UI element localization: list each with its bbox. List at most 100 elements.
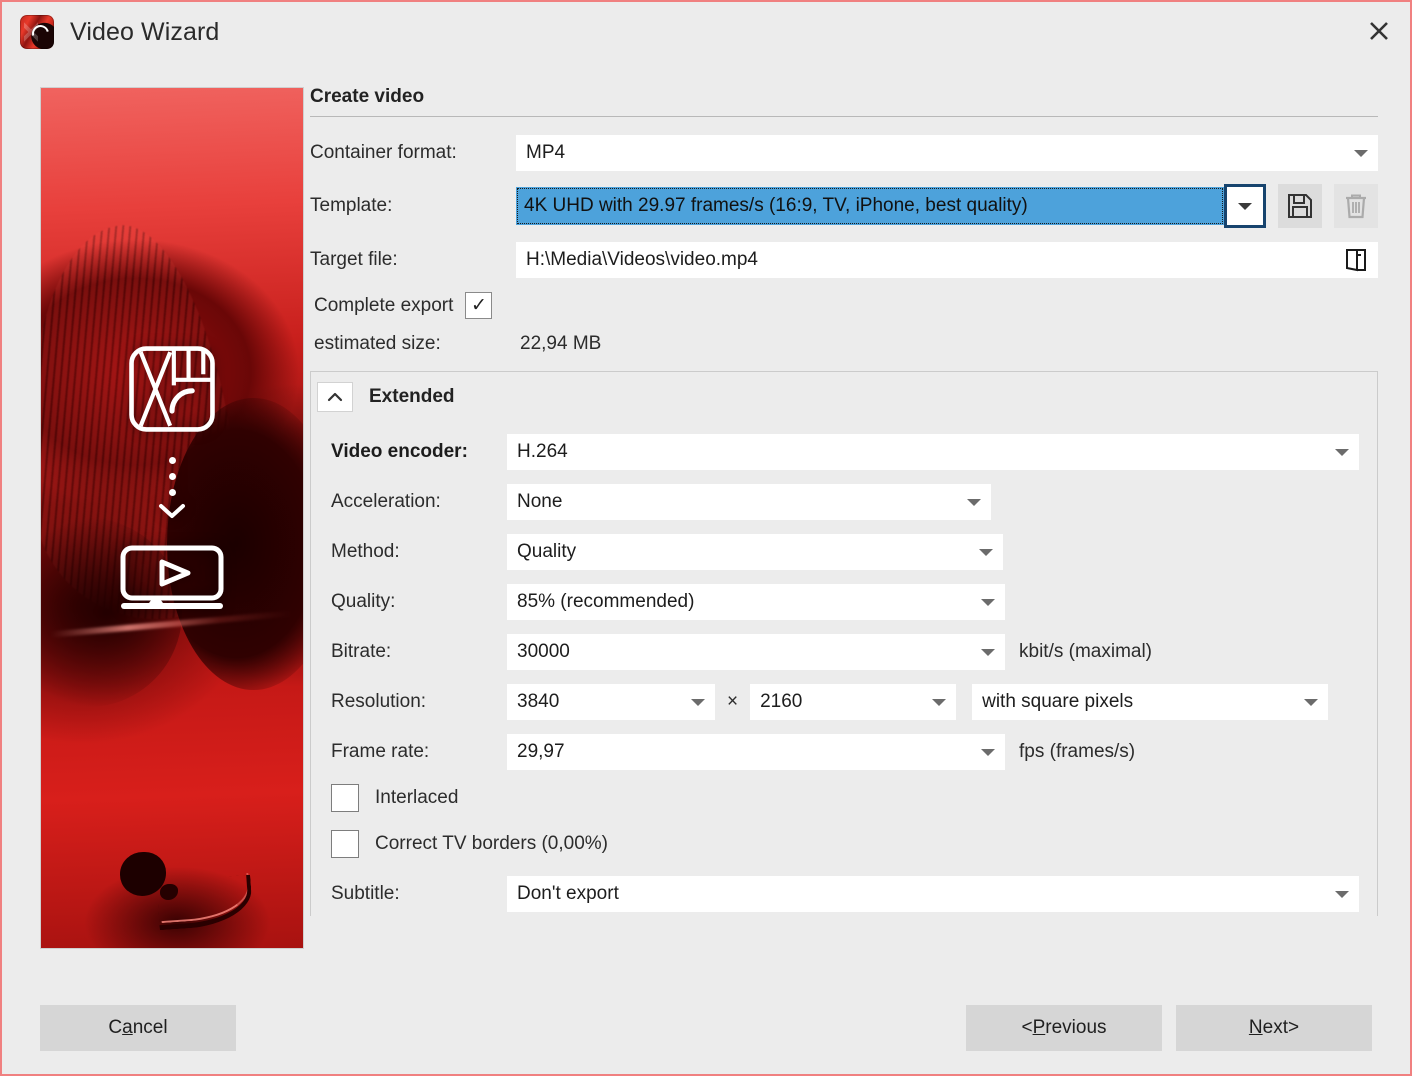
resolution-height-input[interactable]: 2160 bbox=[750, 684, 957, 720]
subtitle-select[interactable]: Don't export bbox=[507, 876, 1359, 912]
resolution-width-input[interactable]: 3840 bbox=[507, 684, 715, 720]
subtitle-label: Subtitle: bbox=[331, 883, 400, 904]
extended-collapse-button[interactable] bbox=[317, 382, 353, 412]
chevron-down-icon bbox=[159, 504, 185, 518]
acceleration-select[interactable]: None bbox=[507, 484, 991, 520]
template-combo-input[interactable]: 4K UHD with 29.97 frames/s (16:9, TV, iP… bbox=[516, 187, 1224, 225]
extended-title: Extended bbox=[369, 386, 455, 407]
close-icon[interactable] bbox=[1348, 2, 1410, 60]
estimated-size-label: estimated size: bbox=[314, 333, 441, 354]
quality-value: 85% (recommended) bbox=[517, 591, 695, 612]
interlaced-row: Interlaced bbox=[331, 784, 1359, 812]
video-encoder-label: Video encoder: bbox=[331, 441, 468, 462]
extended-body: Video encoder: H.264 Acceleration: None bbox=[311, 426, 1377, 916]
template-value: 4K UHD with 29.97 frames/s (16:9, TV, iP… bbox=[524, 195, 1028, 216]
chevron-down-icon bbox=[981, 649, 995, 656]
bitrate-input[interactable]: 30000 bbox=[507, 634, 1005, 670]
chevron-down-icon bbox=[967, 499, 981, 506]
extended-header: Extended bbox=[311, 372, 1377, 426]
chevron-up-icon bbox=[327, 392, 343, 402]
title-bar: Video Wizard bbox=[2, 2, 1410, 62]
method-select[interactable]: Quality bbox=[507, 534, 1003, 570]
bitrate-value: 30000 bbox=[517, 641, 570, 662]
browse-target-file-button[interactable] bbox=[1334, 242, 1378, 278]
delete-trash-icon bbox=[1346, 194, 1366, 219]
next-button[interactable]: Next > bbox=[1176, 1005, 1372, 1051]
correct-tv-borders-row: Correct TV borders (0,00%) bbox=[331, 830, 1359, 858]
video-encoder-select[interactable]: H.264 bbox=[507, 434, 1359, 470]
chevron-down-icon bbox=[1354, 150, 1368, 157]
chevron-down-icon bbox=[981, 749, 995, 756]
delete-template-button[interactable] bbox=[1334, 184, 1378, 228]
frame-rate-label: Frame rate: bbox=[331, 741, 430, 762]
template-row: Template: 4K UHD with 29.97 frames/s (16… bbox=[310, 184, 1378, 228]
estimated-size-value: 22,94 MB bbox=[520, 333, 602, 354]
container-format-label: Container format: bbox=[310, 142, 457, 163]
resolution-height-value: 2160 bbox=[760, 691, 803, 712]
chevron-down-icon bbox=[1238, 202, 1252, 210]
method-row: Method: Quality bbox=[331, 534, 1359, 570]
video-encoder-value: H.264 bbox=[517, 441, 568, 462]
template-dropdown-button[interactable] bbox=[1224, 184, 1266, 228]
bitrate-unit: kbit/s (maximal) bbox=[1019, 641, 1153, 662]
next-post: ext bbox=[1262, 1017, 1288, 1038]
chevron-down-icon bbox=[981, 599, 995, 606]
chevron-down-icon bbox=[1335, 891, 1349, 898]
title-divider bbox=[310, 116, 1378, 117]
chevron-down-icon bbox=[691, 699, 705, 706]
complete-export-row: Complete export ✓ bbox=[314, 292, 1378, 319]
next-mnemonic: N bbox=[1248, 1017, 1263, 1038]
dialog-content: Create video Container format: MP4 Templ… bbox=[2, 62, 1410, 982]
overlay-graphics bbox=[41, 343, 303, 609]
quality-row: Quality: 85% (recommended) bbox=[331, 584, 1359, 620]
container-format-select[interactable]: MP4 bbox=[516, 135, 1378, 171]
save-template-button[interactable] bbox=[1278, 184, 1322, 228]
container-format-value: MP4 bbox=[526, 142, 566, 163]
page-title: Create video bbox=[310, 86, 425, 107]
window-title: Video Wizard bbox=[70, 17, 220, 46]
pixel-aspect-select[interactable]: with square pixels bbox=[972, 684, 1329, 720]
frame-rate-input[interactable]: 29,97 bbox=[507, 734, 1005, 770]
video-preview-thumbnail bbox=[40, 87, 304, 949]
flower-stamen bbox=[119, 852, 166, 897]
target-file-input[interactable]: H:\Media\Videos\video.mp4 bbox=[516, 242, 1334, 278]
vertical-dots-icon bbox=[168, 457, 176, 496]
frame-rate-row: Frame rate: 29,97 fps (frames/s) bbox=[331, 734, 1359, 770]
frame-rate-value: 29,97 bbox=[517, 741, 565, 762]
bitrate-label: Bitrate: bbox=[331, 641, 392, 662]
chevron-down-icon bbox=[979, 549, 993, 556]
acceleration-value: None bbox=[517, 491, 563, 512]
chevron-down-icon bbox=[932, 699, 947, 706]
previous-prefix: < bbox=[1021, 1017, 1033, 1038]
dialog-footer: Ca ncel < Previous Next > bbox=[2, 982, 1410, 1074]
cancel-pre: C bbox=[108, 1017, 123, 1038]
cancel-button[interactable]: Ca ncel bbox=[40, 1005, 236, 1051]
previous-mnemonic: P bbox=[1032, 1017, 1046, 1038]
quality-label: Quality: bbox=[331, 591, 396, 612]
correct-tv-borders-label: Correct TV borders (0,00%) bbox=[375, 833, 609, 854]
chevron-down-icon bbox=[1335, 449, 1349, 456]
video-wizard-logo-icon bbox=[129, 346, 215, 432]
save-floppy-icon bbox=[1288, 194, 1312, 218]
form-panel: Create video Container format: MP4 Templ… bbox=[304, 62, 1410, 982]
pixel-aspect-value: with square pixels bbox=[982, 691, 1134, 712]
quality-select[interactable]: 85% (recommended) bbox=[507, 584, 1005, 620]
container-format-row: Container format: MP4 bbox=[310, 135, 1378, 171]
resolution-row: Resolution: 3840 × 2160 with square pixe… bbox=[331, 684, 1359, 720]
acceleration-label: Acceleration: bbox=[331, 491, 441, 512]
interlaced-checkbox[interactable] bbox=[331, 784, 359, 812]
frame-rate-unit: fps (frames/s) bbox=[1019, 741, 1136, 762]
subtitle-row: Subtitle: Don't export bbox=[331, 876, 1359, 912]
previous-button[interactable]: < Previous bbox=[966, 1005, 1162, 1051]
next-suffix: > bbox=[1287, 1017, 1300, 1038]
complete-export-checkbox[interactable]: ✓ bbox=[465, 292, 493, 319]
estimated-size-row: estimated size: 22,94 MB bbox=[314, 333, 1378, 355]
chevron-down-icon bbox=[1304, 699, 1319, 706]
previous-post: revious bbox=[1045, 1017, 1107, 1038]
correct-tv-borders-checkbox[interactable] bbox=[331, 830, 359, 858]
target-file-value: H:\Media\Videos\video.mp4 bbox=[526, 249, 758, 270]
method-label: Method: bbox=[331, 541, 400, 562]
method-value: Quality bbox=[517, 541, 577, 562]
template-label: Template: bbox=[310, 195, 393, 216]
cancel-mnemonic: a bbox=[122, 1017, 133, 1038]
